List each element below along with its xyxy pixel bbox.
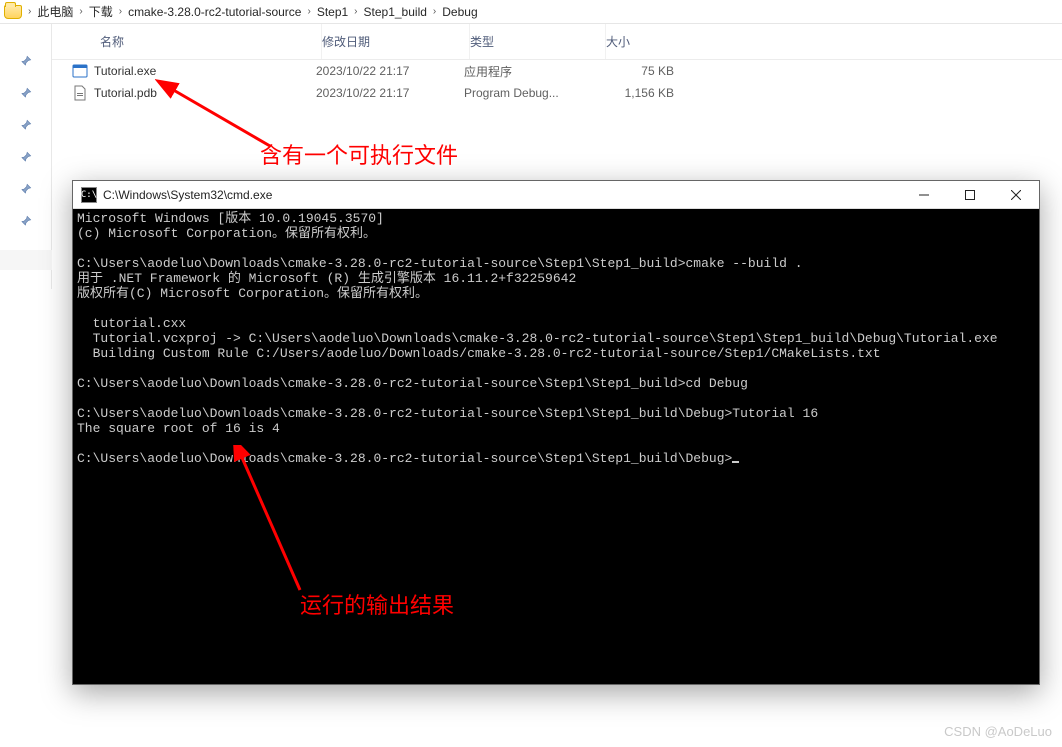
file-row[interactable]: Tutorial.exe 2023/10/22 21:17 应用程序 75 KB	[52, 60, 1062, 82]
cmd-titlebar[interactable]: C:\ C:\Windows\System32\cmd.exe	[73, 181, 1039, 209]
maximize-button[interactable]	[947, 181, 993, 209]
file-date: 2023/10/22 21:17	[316, 64, 464, 78]
pin-icon[interactable]	[19, 86, 33, 100]
pdb-icon	[72, 85, 88, 101]
column-header-date[interactable]: 修改日期	[322, 24, 470, 59]
breadcrumb-item[interactable]: Debug	[438, 5, 481, 19]
breadcrumb-item[interactable]: Step1	[313, 5, 352, 19]
file-size: 1,156 KB	[600, 86, 700, 100]
pin-icon[interactable]	[19, 214, 33, 228]
watermark: CSDN @AoDeLuo	[944, 724, 1052, 739]
pin-icon[interactable]	[19, 54, 33, 68]
exe-icon	[72, 63, 88, 79]
file-row[interactable]: Tutorial.pdb 2023/10/22 21:17 Program De…	[52, 82, 1062, 104]
cmd-title: C:\Windows\System32\cmd.exe	[103, 188, 901, 202]
column-header-name[interactable]: 名称	[52, 24, 322, 59]
breadcrumb-sep: ›	[431, 6, 438, 17]
breadcrumb-sep: ›	[26, 6, 33, 17]
breadcrumb-sep: ›	[305, 6, 312, 17]
column-headers[interactable]: 名称 修改日期 类型 大小	[52, 24, 1062, 60]
cmd-icon: C:\	[81, 187, 97, 203]
breadcrumb-sep: ›	[117, 6, 124, 17]
breadcrumb[interactable]: › 此电脑 › 下载 › cmake-3.28.0-rc2-tutorial-s…	[0, 0, 1062, 24]
cmd-output[interactable]: Microsoft Windows [版本 10.0.19045.3570] (…	[73, 209, 1039, 684]
minimize-button[interactable]	[901, 181, 947, 209]
breadcrumb-item[interactable]: 下载	[85, 3, 117, 20]
file-date: 2023/10/22 21:17	[316, 86, 464, 100]
breadcrumb-sep: ›	[352, 6, 359, 17]
cmd-window: C:\ C:\Windows\System32\cmd.exe Microsof…	[72, 180, 1040, 685]
pin-icon[interactable]	[19, 182, 33, 196]
file-type: Program Debug...	[464, 86, 600, 100]
sidebar-divider	[0, 250, 52, 270]
column-header-size[interactable]: 大小	[606, 24, 706, 59]
pin-icon[interactable]	[19, 150, 33, 164]
breadcrumb-item[interactable]: 此电脑	[33, 3, 77, 20]
breadcrumb-sep: ›	[77, 6, 84, 17]
breadcrumb-item[interactable]: cmake-3.28.0-rc2-tutorial-source	[124, 5, 305, 19]
column-header-type[interactable]: 类型	[470, 24, 606, 59]
file-type: 应用程序	[464, 63, 600, 80]
pin-icon[interactable]	[19, 118, 33, 132]
file-name: Tutorial.exe	[94, 64, 156, 78]
close-button[interactable]	[993, 181, 1039, 209]
breadcrumb-item[interactable]: Step1_build	[360, 5, 431, 19]
file-name: Tutorial.pdb	[94, 86, 157, 100]
folder-icon	[4, 5, 22, 19]
file-size: 75 KB	[600, 64, 700, 78]
